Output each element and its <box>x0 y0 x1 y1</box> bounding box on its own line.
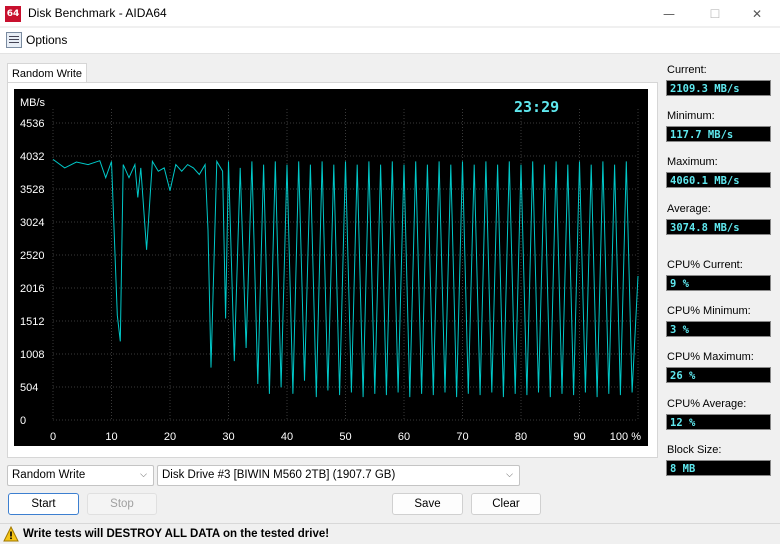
options-icon <box>6 32 22 48</box>
stat-value: 12 % <box>666 414 771 430</box>
drive-value: Disk Drive #3 [BIWIN M560 2TB] (1907.7 G… <box>162 469 396 481</box>
x-tick-label: 50 <box>339 431 351 443</box>
stat-label: Average: <box>667 203 711 215</box>
test-type-value: Random Write <box>12 469 86 481</box>
y-tick-label: 0 <box>20 415 26 427</box>
x-tick-label: 70 <box>456 431 468 443</box>
x-tick-label: 60 <box>398 431 410 443</box>
stat-value: 2109.3 MB/s <box>666 80 771 96</box>
x-tick-label: 90 <box>573 431 585 443</box>
y-tick-label: 4536 <box>20 118 44 130</box>
warning-icon <box>3 525 19 542</box>
stat-label: Minimum: <box>667 110 715 122</box>
start-button[interactable]: Start <box>8 493 79 515</box>
clear-button[interactable]: Clear <box>471 493 541 515</box>
drive-select[interactable]: Disk Drive #3 [BIWIN M560 2TB] (1907.7 G… <box>157 465 520 486</box>
y-tick-label: 2016 <box>20 283 44 295</box>
x-tick-label: 30 <box>222 431 234 443</box>
stat-label: CPU% Current: <box>667 259 743 271</box>
stat-value: 9 % <box>666 275 771 291</box>
save-button[interactable]: Save <box>392 493 463 515</box>
minimize-button[interactable]: — <box>646 0 692 27</box>
stat-label: CPU% Minimum: <box>667 305 751 317</box>
benchmark-chart: 4536 4032 3528 3024 2520 2016 1512 1008 504 0 0 10 2… <box>14 89 648 446</box>
title-bar: 64 Disk Benchmark - AIDA64 — ☐ ✕ <box>0 0 780 27</box>
close-button[interactable]: ✕ <box>734 0 780 27</box>
window-title: Disk Benchmark - AIDA64 <box>28 6 167 20</box>
y-tick-label: 1008 <box>20 349 44 361</box>
stat-label: Current: <box>667 64 707 76</box>
x-tick-label: 20 <box>164 431 176 443</box>
chart-svg: 4536403235283024252020161512100850400 10 2… <box>20 97 641 443</box>
y-tick-label: 3528 <box>20 184 44 196</box>
stop-button[interactable]: Stop <box>87 493 157 515</box>
y-axis-label: MB/s <box>20 97 46 109</box>
aida64-app-icon: 64 <box>5 6 21 22</box>
elapsed-timer: 23:29 <box>514 98 559 116</box>
stat-value: 4060.1 MB/s <box>666 172 771 188</box>
tab-random-write[interactable]: Random Write <box>7 63 87 83</box>
warning-text: Write tests will DESTROY ALL DATA on the… <box>23 528 330 540</box>
x-tick-label: 100 % <box>610 431 641 443</box>
stat-value: 3 % <box>666 321 771 337</box>
x-tick-label: 80 <box>515 431 527 443</box>
options-label: Options <box>26 33 68 47</box>
stat-value: 26 % <box>666 367 771 383</box>
stat-value: 8 MB <box>666 460 771 476</box>
status-bar: Write tests will DESTROY ALL DATA on the… <box>0 523 780 544</box>
stat-value: 117.7 MB/s <box>666 126 771 142</box>
x-tick-label: 0 <box>50 431 56 443</box>
chevron-down-icon: ⌵ <box>140 470 147 480</box>
test-type-select[interactable]: Random Write ⌵ <box>7 465 154 486</box>
x-tick-label: 10 <box>105 431 117 443</box>
y-tick-label: 504 <box>20 382 38 394</box>
stat-label: CPU% Average: <box>667 398 747 410</box>
options-menu[interactable]: Options <box>6 32 67 48</box>
stat-label: Maximum: <box>667 156 718 168</box>
y-tick-label: 1512 <box>20 316 44 328</box>
y-tick-label: 4032 <box>20 151 44 163</box>
y-tick-label: 2520 <box>20 250 44 262</box>
stat-label: CPU% Maximum: <box>667 351 754 363</box>
stat-label: Block Size: <box>667 444 722 456</box>
x-tick-label: 40 <box>281 431 293 443</box>
menu-bar: Options <box>0 28 780 54</box>
maximize-button[interactable]: ☐ <box>692 0 738 27</box>
y-tick-label: 3024 <box>20 217 44 229</box>
chevron-down-icon: ⌵ <box>506 470 513 480</box>
stat-value: 3074.8 MB/s <box>666 219 771 235</box>
